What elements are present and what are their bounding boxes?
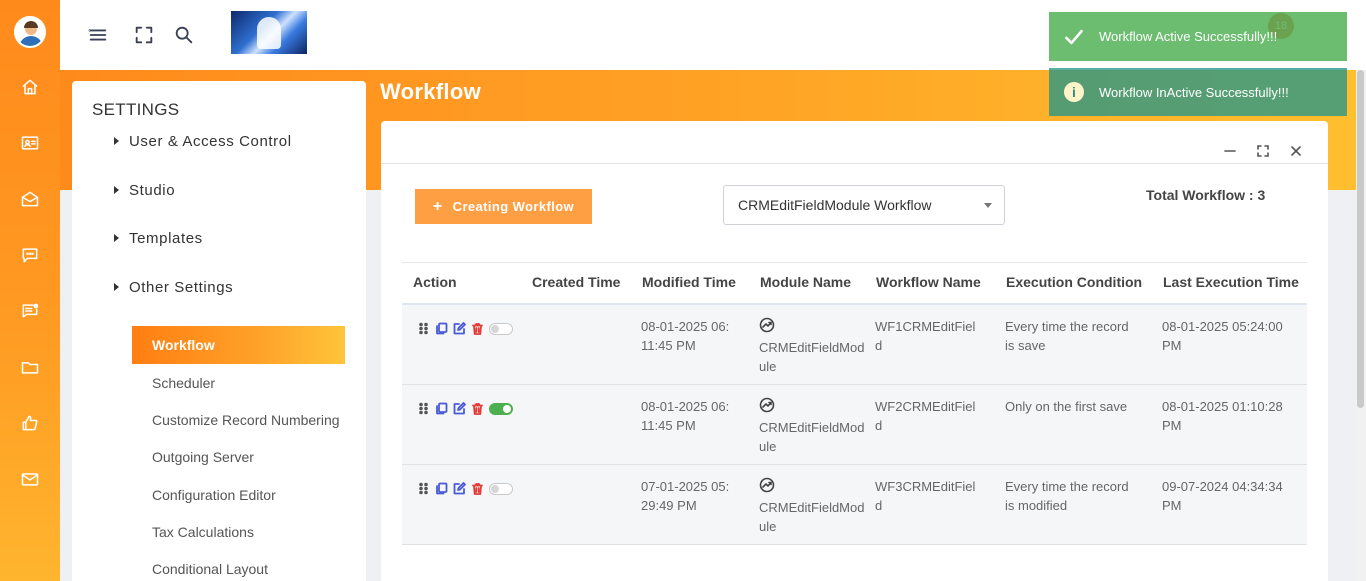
execution-condition: Every time the record is modified: [1005, 479, 1129, 513]
info-toast-message: Workflow InActive Successfully!!!: [1099, 84, 1289, 100]
table-row: 08-01-2025 06: 11:45 PM CRMEditFieldMod ul…: [402, 385, 1307, 465]
last-execution-time: 09-07-2024 04:34:34 PM: [1162, 479, 1283, 513]
home-icon[interactable]: [18, 75, 42, 99]
execution-condition: Only on the first save: [1005, 399, 1128, 414]
col-action: Action: [413, 274, 457, 290]
modified-time: 08-01-2025 06: 11:45 PM: [641, 399, 730, 433]
table-row: 08-01-2025 06: 11:45 PM CRMEditFieldMod ul…: [402, 305, 1307, 385]
expand-icon[interactable]: [1255, 143, 1271, 159]
module-name: CRMEditFieldMod ule: [759, 477, 864, 536]
page-title: Workflow: [380, 79, 481, 104]
total-workflow: Total Workflow : 3: [1146, 187, 1266, 203]
active-toggle[interactable]: [489, 322, 513, 335]
settings-group-templates[interactable]: Templates: [114, 230, 203, 247]
edit-icon[interactable]: [452, 401, 467, 416]
plus-icon: +: [432, 197, 443, 215]
copy-icon[interactable]: [434, 321, 449, 336]
edit-icon[interactable]: [452, 321, 467, 336]
workflow-table: Action Created Time Modified Time Module…: [402, 262, 1307, 545]
execution-condition: Every time the record is save: [1005, 319, 1129, 353]
settings-title: SETTINGS: [92, 100, 180, 119]
col-execution-condition[interactable]: Execution Condition: [1006, 274, 1142, 290]
logo-image[interactable]: [231, 11, 307, 54]
settings-item-workflow[interactable]: Workflow: [132, 326, 345, 364]
table-header: Action Created Time Modified Time Module…: [402, 262, 1307, 305]
col-module-name[interactable]: Module Name: [760, 274, 851, 290]
info-icon: i: [1063, 81, 1085, 103]
workflow-name[interactable]: WF1CRMEditFiel d: [875, 317, 975, 355]
col-created-time[interactable]: Created Time: [532, 274, 620, 290]
modified-time: 07-01-2025 05: 29:49 PM: [641, 479, 730, 513]
trend-icon: [759, 397, 775, 416]
success-toast-message: Workflow Active Successfully!!!: [1099, 29, 1278, 44]
checkmark-icon: [1063, 26, 1085, 48]
chat-icon[interactable]: [18, 243, 42, 267]
col-modified-time[interactable]: Modified Time: [642, 274, 736, 290]
mail-open-icon[interactable]: [18, 187, 42, 211]
active-toggle[interactable]: [489, 482, 513, 495]
modified-time: 08-01-2025 06: 11:45 PM: [641, 319, 730, 353]
workflow-card: + Creating Workflow CRMEditFieldModule W…: [381, 121, 1328, 581]
settings-item-conditional-layout[interactable]: Conditional Layout: [132, 550, 345, 581]
settings-panel: SETTINGS User & Access Control Studio Te…: [72, 81, 366, 581]
mail-icon[interactable]: [18, 467, 42, 491]
trend-icon: [759, 477, 775, 496]
settings-item-tax[interactable]: Tax Calculations: [132, 513, 345, 551]
last-execution-time: 08-01-2025 05:24:00 PM: [1162, 319, 1283, 353]
thumbs-up-icon[interactable]: [18, 411, 42, 435]
left-nav-rail: [0, 0, 60, 581]
menu-icon[interactable]: [86, 23, 110, 47]
drag-handle-icon[interactable]: [416, 401, 431, 416]
delete-icon[interactable]: [470, 481, 485, 496]
minimize-icon[interactable]: [1222, 143, 1238, 159]
copy-icon[interactable]: [434, 401, 449, 416]
caret-down-icon: [984, 203, 992, 208]
create-workflow-button[interactable]: + Creating Workflow: [415, 189, 592, 224]
notes-icon[interactable]: [18, 299, 42, 323]
settings-group-other[interactable]: Other Settings: [114, 279, 233, 296]
settings-group-user-access[interactable]: User & Access Control: [114, 133, 292, 150]
col-last-execution-time[interactable]: Last Execution Time: [1163, 274, 1299, 290]
success-toast[interactable]: Workflow Active Successfully!!!: [1049, 12, 1347, 61]
delete-icon[interactable]: [470, 401, 485, 416]
contact-card-icon[interactable]: [18, 131, 42, 155]
settings-item-outgoing-server[interactable]: Outgoing Server: [132, 438, 345, 476]
settings-item-config-editor[interactable]: Configuration Editor: [132, 476, 345, 514]
workflow-name[interactable]: WF2CRMEditFiel d: [875, 397, 975, 435]
trend-icon: [759, 317, 775, 336]
settings-group-studio[interactable]: Studio: [114, 182, 175, 199]
drag-handle-icon[interactable]: [416, 481, 431, 496]
active-toggle[interactable]: [489, 402, 513, 415]
scrollbar-thumb[interactable]: [1357, 70, 1364, 408]
folder-icon[interactable]: [18, 355, 42, 379]
close-icon[interactable]: [1288, 143, 1304, 159]
fullscreen-icon[interactable]: [132, 23, 156, 47]
edit-icon[interactable]: [452, 481, 467, 496]
last-execution-time: 08-01-2025 01:10:28 PM: [1162, 399, 1283, 433]
copy-icon[interactable]: [434, 481, 449, 496]
user-avatar[interactable]: [14, 16, 46, 48]
col-workflow-name[interactable]: Workflow Name: [876, 274, 981, 290]
module-name: CRMEditFieldMod ule: [759, 397, 864, 456]
search-icon[interactable]: [172, 23, 196, 47]
workflow-name[interactable]: WF3CRMEditFiel d: [875, 477, 975, 515]
table-row: 07-01-2025 05: 29:49 PM CRMEditFieldMod ul…: [402, 465, 1307, 545]
settings-item-record-numbering[interactable]: Customize Record Numbering: [132, 401, 345, 439]
drag-handle-icon[interactable]: [416, 321, 431, 336]
delete-icon[interactable]: [470, 321, 485, 336]
info-toast[interactable]: i Workflow InActive Successfully!!!: [1049, 68, 1347, 116]
module-name: CRMEditFieldMod ule: [759, 317, 864, 376]
module-select[interactable]: CRMEditFieldModule Workflow: [723, 185, 1005, 225]
settings-item-scheduler[interactable]: Scheduler: [132, 364, 345, 402]
